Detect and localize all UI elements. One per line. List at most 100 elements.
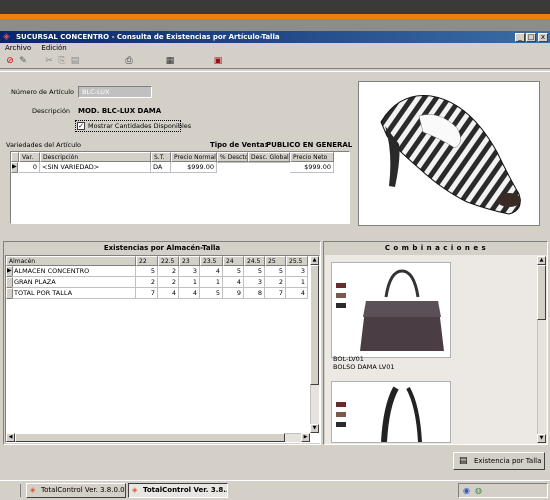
table-cell[interactable]: 1 [179, 277, 200, 288]
col-header[interactable]: % Descto. [217, 152, 248, 162]
tray-icon[interactable]: ◍ [475, 486, 482, 495]
col-header[interactable]: 24.5 [244, 256, 265, 266]
table-cell[interactable]: 5 [265, 266, 286, 277]
copy-icon[interactable]: ⎘ [57, 56, 67, 66]
scroll-thumb[interactable] [15, 433, 285, 442]
scroll-up-icon[interactable]: ▲ [537, 256, 546, 265]
col-header[interactable]: 22.5 [158, 256, 179, 266]
table-cell[interactable]: $999.00 [290, 162, 334, 173]
sale-type-label: Tipo de Venta: [210, 141, 268, 149]
scroll-down-icon[interactable]: ▼ [537, 434, 546, 443]
table-cell[interactable]: 5 [136, 266, 158, 277]
table-cell[interactable]: 1 [286, 277, 308, 288]
col-header[interactable]: Var. [19, 152, 40, 162]
table-cell[interactable]: 3 [244, 277, 265, 288]
menu-archivo[interactable]: Archivo [5, 44, 31, 52]
existences-title: Existencias por Almacén-Talla [103, 244, 221, 252]
high-heel-shoe-image [380, 95, 521, 215]
table-cell[interactable]: 4 [158, 288, 179, 299]
print-icon[interactable]: ⎙ [124, 56, 134, 66]
paste-icon[interactable]: ▤ [70, 56, 80, 66]
table-cell[interactable]: 0 [19, 162, 40, 173]
menu-edicion[interactable]: Edición [41, 44, 66, 52]
toolbar [0, 53, 550, 69]
combination-code: BOL-LV01 [333, 355, 364, 363]
stock-icon: ▤ [459, 456, 468, 466]
close-button[interactable]: x [538, 33, 548, 42]
scroll-right-icon[interactable]: ▶ [301, 433, 310, 442]
show-qty-checkbox[interactable]: ✓ [77, 122, 85, 130]
window-title: SUCURSAL CONCENTRO - Consulta de Existen… [16, 33, 280, 41]
table-cell[interactable]: 1 [200, 277, 223, 288]
col-header[interactable]: 23 [179, 256, 200, 266]
table-cell[interactable]: 5 [244, 266, 265, 277]
tools-icon[interactable]: ✎ [18, 56, 28, 66]
menubar: Archivo Edición [0, 43, 550, 53]
table-cell[interactable] [248, 162, 290, 163]
color-swatch [336, 402, 346, 407]
window-titlebar: ◈ SUCURSAL CONCENTRO - Consulta de Exist… [0, 31, 550, 43]
col-header[interactable]: S.T. [151, 152, 171, 162]
table-cell[interactable]: 2 [158, 266, 179, 277]
existencia-por-talla-label: Existencia por Talla [474, 457, 542, 465]
table-cell[interactable]: 2 [158, 277, 179, 288]
col-header[interactable]: Precio Neto [290, 152, 334, 162]
table-cell[interactable]: 4 [200, 266, 223, 277]
table-cell[interactable]: 7 [265, 288, 286, 299]
combination-card[interactable] [331, 262, 451, 358]
scroll-thumb[interactable] [537, 265, 546, 320]
save-icon[interactable]: ▣ [213, 56, 223, 66]
col-header[interactable]: Precio Normal [171, 152, 217, 162]
minimize-button[interactable]: _ [515, 33, 525, 42]
col-header[interactable]: 23.5 [200, 256, 223, 266]
table-cell[interactable]: 4 [179, 288, 200, 299]
table-cell[interactable]: ALMACEN CONCENTRO [12, 266, 136, 277]
handbag-image [381, 386, 422, 442]
col-header[interactable]: 25.5 [286, 256, 308, 266]
col-header[interactable]: Almacén [6, 256, 136, 266]
combination-card[interactable] [331, 381, 451, 443]
calculator-icon[interactable]: ▦ [165, 56, 175, 66]
table-cell[interactable]: 2 [136, 277, 158, 288]
scroll-up-icon[interactable]: ▲ [310, 256, 319, 265]
existencia-por-talla-button[interactable]: ▤ Existencia por Talla [453, 452, 545, 470]
table-cell[interactable]: 3 [286, 266, 308, 277]
tray-icon[interactable]: ◉ [463, 486, 470, 495]
article-number-field[interactable]: BLC-LUX [78, 86, 152, 98]
maximize-button[interactable]: □ [526, 33, 536, 42]
quick-launch [3, 484, 21, 497]
combination-name: BOLSO DAMA LV01 [333, 363, 395, 371]
diamond-app-icon: ◈ [3, 32, 10, 42]
table-cell[interactable]: 8 [244, 288, 265, 299]
col-header[interactable]: 22 [136, 256, 158, 266]
color-swatch [336, 293, 346, 298]
col-header[interactable]: Descripción [40, 152, 151, 162]
scroll-thumb[interactable] [310, 265, 319, 385]
taskbar-item[interactable]: ◈ TotalControl Ver. 3.8.0.0 [26, 483, 126, 498]
col-header[interactable]: Desc. Global [248, 152, 290, 162]
table-cell[interactable] [217, 162, 248, 163]
desktop-area [0, 19, 550, 31]
table-cell[interactable]: GRAN PLAZA [12, 277, 136, 288]
table-cell[interactable]: 3 [179, 266, 200, 277]
table-cell[interactable]: $999.00 [171, 162, 217, 173]
taskbar-item-active[interactable]: ◈ TotalControl Ver. 3.8... [128, 483, 228, 498]
scroll-left-icon[interactable]: ◀ [6, 433, 15, 442]
table-cell[interactable]: <SIN VARIEDAD> [40, 162, 151, 173]
cut-icon[interactable]: ✂ [44, 56, 54, 66]
col-header[interactable]: 25 [265, 256, 286, 266]
table-cell[interactable]: 4 [286, 288, 308, 299]
varieties-corner [11, 152, 19, 162]
table-cell[interactable]: 5 [223, 266, 244, 277]
table-cell[interactable]: 9 [223, 288, 244, 299]
table-cell[interactable]: 4 [223, 277, 244, 288]
scroll-down-icon[interactable]: ▼ [310, 424, 319, 433]
col-header[interactable]: 24 [223, 256, 244, 266]
no-entry-icon[interactable]: ⊘ [5, 56, 15, 66]
table-cell[interactable]: 7 [136, 288, 158, 299]
table-cell[interactable]: DA [151, 162, 171, 173]
color-swatch [336, 283, 346, 288]
table-cell[interactable]: 5 [200, 288, 223, 299]
table-cell[interactable]: TOTAL POR TALLA [12, 288, 136, 299]
table-cell[interactable]: 2 [265, 277, 286, 288]
